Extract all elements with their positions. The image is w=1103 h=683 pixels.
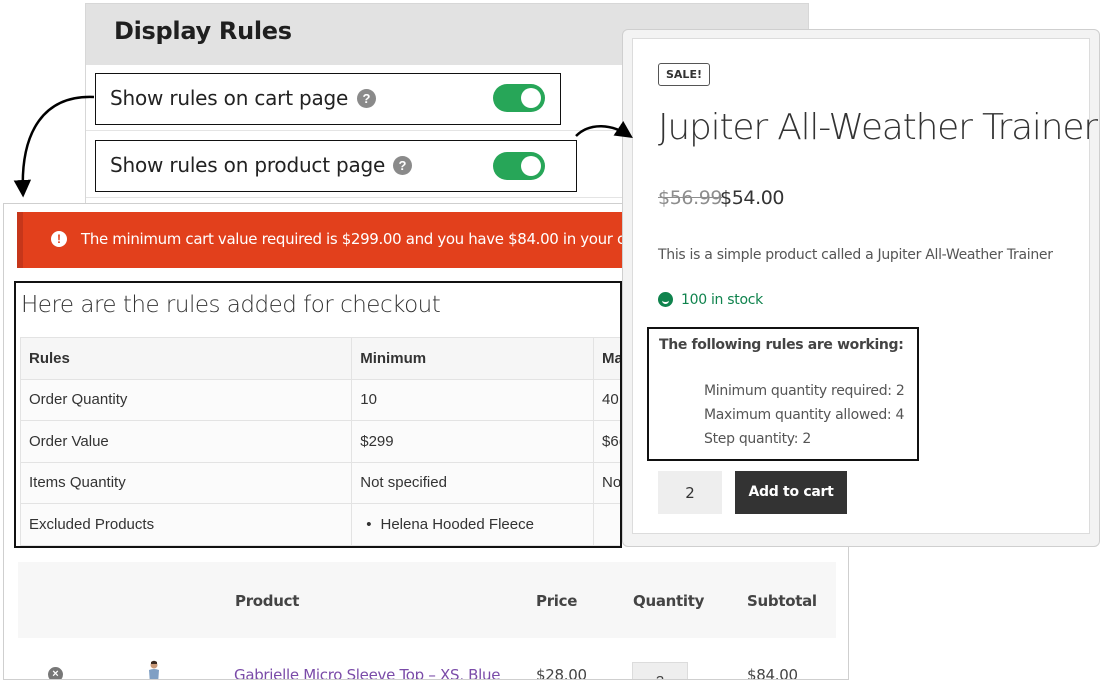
setting-label: Show rules on cart page bbox=[110, 86, 349, 110]
settings-title: Display Rules bbox=[114, 17, 292, 45]
column-header-quantity: Quantity bbox=[633, 592, 705, 610]
cart-page-toggle[interactable] bbox=[493, 84, 545, 112]
column-header-price: Price bbox=[536, 592, 578, 610]
product-description: This is a simple product called a Jupite… bbox=[658, 247, 1053, 263]
column-header-product: Product bbox=[235, 592, 300, 610]
table-cell: $299 bbox=[351, 420, 595, 463]
table-cell: Excluded Products bbox=[19, 503, 353, 546]
product-page-toggle[interactable] bbox=[493, 152, 545, 180]
smiley-icon bbox=[658, 292, 673, 307]
stock-status: 100 in stock bbox=[681, 292, 763, 308]
setting-label: Show rules on product page bbox=[110, 153, 386, 177]
product-title: Jupiter All-Weather Trainer bbox=[658, 107, 1098, 148]
original-price: $56.99 bbox=[658, 187, 723, 209]
help-icon[interactable]: ? bbox=[393, 156, 412, 175]
table-cell: No bbox=[593, 461, 620, 504]
toggle-knob bbox=[521, 88, 541, 108]
notice-text: The minimum cart value required is $299.… bbox=[81, 230, 650, 248]
product-page-panel: SALE! Jupiter All-Weather Trainer $56.99… bbox=[622, 29, 1100, 547]
table-row: Order Quantity 10 40 bbox=[19, 378, 620, 421]
column-header-subtotal: Subtotal bbox=[747, 592, 817, 610]
product-thumbnail[interactable] bbox=[146, 660, 162, 680]
table-cell: 10 bbox=[351, 378, 595, 421]
item-subtotal: $84.00 bbox=[747, 666, 798, 680]
help-icon[interactable]: ? bbox=[357, 89, 376, 108]
excluded-product-item: Helena Hooded Fleece bbox=[351, 503, 595, 546]
quantity-input[interactable]: 2 bbox=[658, 471, 722, 514]
cart-product-link[interactable]: Gabrielle Micro Sleeve Top – XS, Blue bbox=[234, 666, 500, 679]
add-to-cart-button[interactable]: Add to cart bbox=[735, 471, 847, 514]
cart-page-arrow bbox=[13, 95, 95, 198]
sale-badge: SALE! bbox=[658, 63, 710, 86]
toggle-knob bbox=[521, 156, 541, 176]
remove-item-icon[interactable]: × bbox=[48, 667, 63, 679]
table-row: Items Quantity Not specified No bbox=[19, 461, 620, 504]
table-row: × Gabrielle Micro Sleeve Top – XS, Blue … bbox=[18, 638, 836, 680]
setting-row-product-page: Show rules on product page ? bbox=[95, 140, 577, 192]
rule-line: Maximum quantity allowed: 4 bbox=[704, 407, 905, 423]
table-cell: Order Value bbox=[19, 420, 353, 463]
table-cell bbox=[593, 503, 620, 546]
table-row: Excluded Products Helena Hooded Fleece bbox=[19, 503, 620, 546]
setting-row-cart-page: Show rules on cart page ? bbox=[95, 73, 561, 125]
cart-table-header: Product Price Quantity Subtotal bbox=[18, 562, 836, 638]
table-cell: Not specified bbox=[351, 461, 595, 504]
rule-line: Minimum quantity required: 2 bbox=[704, 383, 905, 399]
table-cell: $6( bbox=[593, 420, 620, 463]
rule-line: Step quantity: 2 bbox=[704, 431, 811, 447]
table-row: Order Value $299 $6( bbox=[19, 420, 620, 463]
table-header-row: Rules Minimum Ma bbox=[19, 337, 620, 380]
working-rules-box: The following rules are working: Minimum… bbox=[647, 327, 919, 461]
product-card: SALE! Jupiter All-Weather Trainer $56.99… bbox=[632, 38, 1098, 534]
working-rules-title: The following rules are working: bbox=[659, 337, 904, 353]
alert-icon: ! bbox=[51, 231, 67, 247]
table-cell: Order Quantity bbox=[19, 378, 353, 421]
column-header: Minimum bbox=[351, 337, 595, 380]
checkout-rules-box: Here are the rules added for checkout Ru… bbox=[14, 281, 622, 548]
table-cell: 40 bbox=[593, 378, 620, 421]
table-cell: Items Quantity bbox=[19, 461, 353, 504]
rules-heading: Here are the rules added for checkout bbox=[21, 292, 441, 318]
rules-table: Rules Minimum Ma Order Quantity 10 40 Or… bbox=[19, 337, 620, 546]
sale-price: $54.00 bbox=[720, 187, 785, 209]
cart-quantity-input[interactable]: 3 bbox=[632, 662, 688, 679]
column-header: Rules bbox=[19, 337, 353, 380]
item-price: $28.00 bbox=[536, 666, 587, 680]
error-notice: ! The minimum cart value required is $29… bbox=[17, 212, 657, 268]
column-header: Ma bbox=[593, 337, 620, 380]
